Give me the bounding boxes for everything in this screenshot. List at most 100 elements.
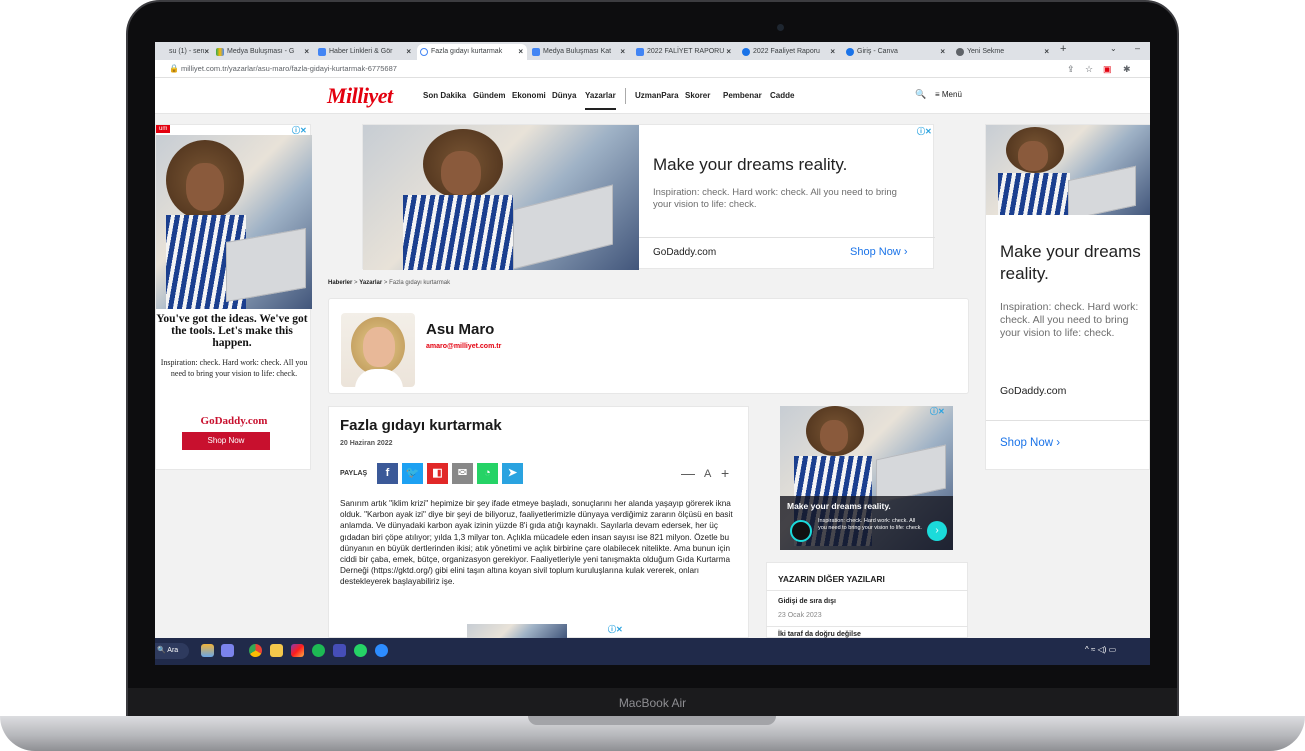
nav-uzmanpara[interactable]: UzmanPara [635,91,679,100]
nav-yazarlar[interactable]: Yazarlar [585,91,616,110]
divider [766,626,968,627]
teams-icon[interactable] [333,644,346,657]
nav-dunya[interactable]: Dünya [552,91,576,100]
nav-skorer[interactable]: Skorer [685,91,710,100]
close-icon[interactable]: × [726,44,731,60]
twitter-share-button[interactable]: 🐦 [402,463,423,484]
tab[interactable]: Giriş - Canva × [843,44,949,60]
nav-cadde[interactable]: Cadde [770,91,794,100]
lock-icon: 🔒 [169,64,179,73]
tab[interactable]: Haber Linkleri & Gör × [315,44,415,60]
tab[interactable]: su (1) - sen × [155,44,213,60]
chevron-down-icon[interactable]: ⌄ [1110,44,1117,53]
loading-icon [420,48,428,56]
spotify-icon[interactable] [312,644,325,657]
close-icon[interactable]: × [406,44,411,60]
file-explorer-icon[interactable] [270,644,283,657]
chrome-icon[interactable] [249,644,262,657]
article-title: Fazla gıdayı kurtarmak [340,417,502,434]
breadcrumb-section[interactable]: Yazarlar [359,280,382,286]
font-decrease-button[interactable]: — [681,465,695,481]
whatsapp-share-button[interactable]: ◔ [477,463,498,484]
close-icon[interactable]: × [518,44,523,60]
tab-label: Medya Buluşması Kat [543,48,612,55]
ad-body: Inspiration: check. Hard work: check. Al… [160,358,308,378]
top-ad[interactable]: ⓘ✕ Make your dreams reality. Inspiration… [362,124,935,270]
author-avatar[interactable] [341,313,415,387]
windows-taskbar: 🔍 Ara ^ ≈ ◁) ▭ [155,638,1150,665]
tab[interactable]: 2022 Faaliyet Raporu × [739,44,839,60]
system-tray[interactable]: ^ ≈ ◁) ▭ [1085,645,1116,654]
teams-chat-icon[interactable] [221,644,234,657]
author-name[interactable]: Asu Maro [426,321,494,338]
laptop-notch [528,716,776,725]
breadcrumb: Haberler > Yazarlar > Fazla gıdayı kurta… [328,280,451,286]
divider [625,88,626,104]
milliyet-logo[interactable]: Milliyet [327,83,393,109]
extension-icon[interactable]: ▣ [1103,60,1112,78]
shop-now-button[interactable]: Shop Now [182,432,270,450]
close-icon[interactable]: × [830,44,835,60]
facebook-share-button[interactable]: f [377,463,398,484]
tab-active[interactable]: Fazla gıdayı kurtarmak × [417,44,527,60]
nav-son-dakika[interactable]: Son Dakika [423,91,466,100]
font-increase-button[interactable]: + [721,465,729,481]
mail-share-button[interactable]: ✉ [452,463,473,484]
drive-icon [216,48,224,56]
canva-icon [846,48,854,56]
ad-choices-icon[interactable]: ⓘ✕ [917,126,932,137]
search-icon[interactable]: 🔍 [915,89,926,100]
shop-now-button[interactable]: Shop Now › [850,246,908,258]
tab-label: Fazla gıdayı kurtarmak [431,48,503,55]
side-ad[interactable]: ⓘ✕ Make your dreams reality. Inspiration… [780,406,953,550]
url-text[interactable]: milliyet.com.tr/yazarlar/asu-maro/fazla-… [181,60,397,78]
nav-ekonomi[interactable]: Ekonomi [512,91,546,100]
tab-label: 2022 Faaliyet Raporu [753,48,820,55]
ad-choices-icon[interactable]: ⓘ✕ [930,406,945,417]
other-article-date: 23 Ocak 2023 [778,612,822,619]
tab-label: Haber Linkleri & Gör [329,48,393,55]
minimize-icon[interactable]: – [1135,43,1140,53]
ad-image [363,125,639,270]
flipboard-share-button[interactable]: ◧ [427,463,448,484]
menu-button[interactable]: ≡ Menü [935,90,962,99]
address-bar[interactable]: 🔒 milliyet.com.tr/yazarlar/asu-maro/fazl… [155,60,1150,78]
ad-body: Inspiration: check. Hard work: check. Al… [1000,301,1139,339]
close-icon[interactable]: × [620,44,625,60]
whatsapp-icon[interactable] [354,644,367,657]
tab[interactable]: Yeni Sekme × [953,44,1053,60]
nav-pembenar[interactable]: Pembenar [723,91,762,100]
puzzle-icon[interactable]: ✱ [1123,60,1131,78]
tab-label: su (1) - sen [169,48,205,55]
chevron-right-icon[interactable]: › [927,521,947,541]
star-icon[interactable]: ☆ [1085,60,1093,78]
weather-icon[interactable] [201,644,214,657]
app-icon[interactable] [375,644,388,657]
breadcrumb-current: Fazla gıdayı kurtarmak [389,280,451,286]
new-tab-button[interactable]: + [1060,43,1066,55]
close-icon[interactable]: × [204,44,209,60]
author-email[interactable]: amaro@milliyet.com.tr [426,343,501,350]
tab[interactable]: Medya Buluşması Kat × [529,44,629,60]
breadcrumb-home[interactable]: Haberler [328,280,352,286]
close-icon[interactable]: × [1044,44,1049,60]
ad-corner-label: um [156,125,171,133]
instagram-icon[interactable] [291,644,304,657]
nav-gundem[interactable]: Gündem [473,91,505,100]
share-icon[interactable]: ⇪ [1067,60,1075,78]
tab[interactable]: 2022 FALİYET RAPORU × [633,44,735,60]
other-article-link[interactable]: Gidişi de sıra dışı [778,598,836,605]
right-ad[interactable]: ⓘ Make your dreams reality. Inspiration:… [985,124,1150,470]
ad-domain: GoDaddy.com [653,247,717,258]
close-icon[interactable]: × [304,44,309,60]
close-icon[interactable]: × [940,44,945,60]
tab[interactable]: Medya Buluşması - G × [213,44,313,60]
shop-now-button[interactable]: Shop Now › [1000,437,1060,449]
web-page: Milliyet Son Dakika Gündem Ekonomi Dünya… [155,78,1150,638]
docs-icon [636,48,644,56]
left-ad[interactable]: um ⓘ✕ You've got the ideas. We've got th… [155,124,312,470]
search-box[interactable]: 🔍 Ara [155,643,189,659]
telegram-share-button[interactable]: ➤ [502,463,523,484]
ad-choices-icon[interactable]: ⓘ✕ [608,624,623,635]
other-article-link[interactable]: İki taraf da doğru değilse [778,631,861,638]
